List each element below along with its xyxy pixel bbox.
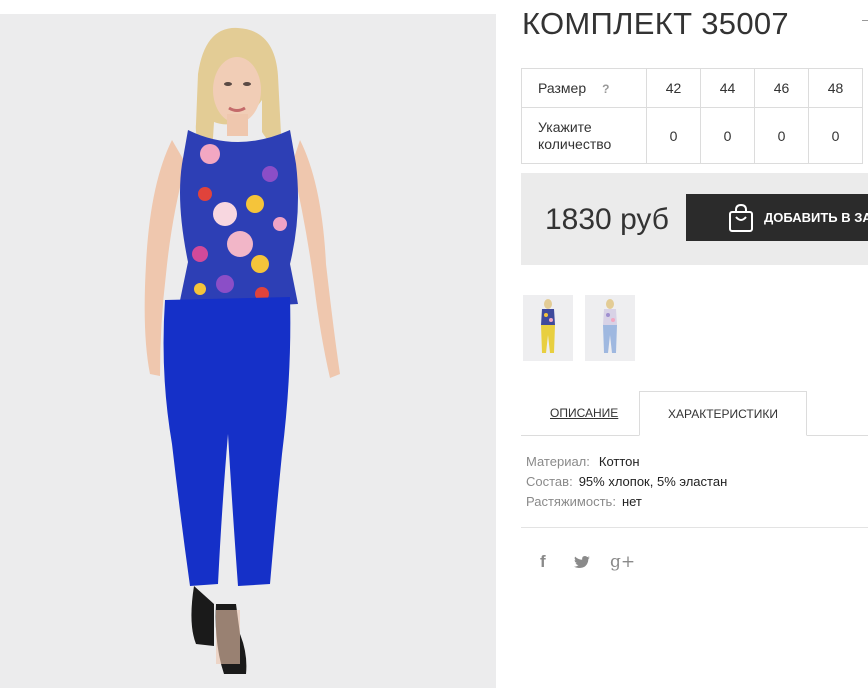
size-44: 44 — [700, 68, 755, 108]
size-42: 42 — [646, 68, 701, 108]
size-table: Размер? 42 44 46 48 Укажите количество 0… — [521, 68, 863, 164]
title-divider — [862, 20, 868, 21]
google-plus-icon[interactable]: g+ — [610, 552, 635, 572]
add-to-cart-button[interactable]: ДОБАВИТЬ В ЗАКАЗ — [686, 194, 868, 241]
thumbnail-1[interactable] — [523, 295, 573, 361]
quantity-label-cell: Укажите количество — [521, 107, 647, 164]
add-to-cart-label: ДОБАВИТЬ В ЗАКАЗ — [764, 210, 868, 225]
twitter-icon[interactable] — [574, 556, 590, 574]
size-label-cell: Размер? — [521, 68, 647, 108]
spec-key: Растяжимость: — [526, 494, 616, 509]
spec-value: Коттон — [598, 454, 640, 469]
price-box: 1830 руб ДОБАВИТЬ В ЗАКАЗ — [521, 173, 868, 265]
size-row: Размер? 42 44 46 48 — [521, 68, 863, 108]
spec-key: Материал: — [526, 454, 590, 469]
facebook-icon[interactable]: f — [540, 552, 546, 572]
product-title: КОМПЛЕКТ 35007 — [522, 6, 789, 41]
tab-characteristics[interactable]: ХАРАКТЕРИСТИКИ — [639, 391, 807, 436]
shopping-bag-icon — [728, 203, 754, 233]
thumbnail-2[interactable] — [585, 295, 635, 361]
spec-row-material: Материал: Коттон — [526, 454, 727, 474]
spec-row-composition: Состав: 95% хлопок, 5% эластан — [526, 474, 727, 494]
spec-row-stretch: Растяжимость: нет — [526, 494, 727, 514]
specs-divider — [521, 527, 868, 528]
quantity-input-42[interactable]: 0 — [646, 107, 701, 164]
spec-value: нет — [621, 494, 642, 509]
product-price: 1830 руб — [545, 203, 669, 236]
product-main-photo[interactable] — [0, 14, 496, 688]
spec-key: Состав: — [526, 474, 573, 489]
tab-description[interactable]: ОПИСАНИЕ — [550, 406, 618, 420]
size-46: 46 — [754, 68, 809, 108]
quantity-input-48[interactable]: 0 — [808, 107, 863, 164]
quantity-label: Укажите количество — [538, 118, 612, 152]
size-48: 48 — [808, 68, 863, 108]
size-help-icon[interactable]: ? — [602, 82, 609, 96]
size-label: Размер — [538, 80, 587, 96]
quantity-row: Укажите количество 0 0 0 0 — [521, 107, 863, 164]
characteristics-list: Материал: Коттон Состав: 95% хлопок, 5% эл… — [526, 454, 727, 514]
quantity-input-44[interactable]: 0 — [700, 107, 755, 164]
spec-value: 95% хлопок, 5% эластан — [578, 474, 728, 489]
quantity-input-46[interactable]: 0 — [754, 107, 809, 164]
